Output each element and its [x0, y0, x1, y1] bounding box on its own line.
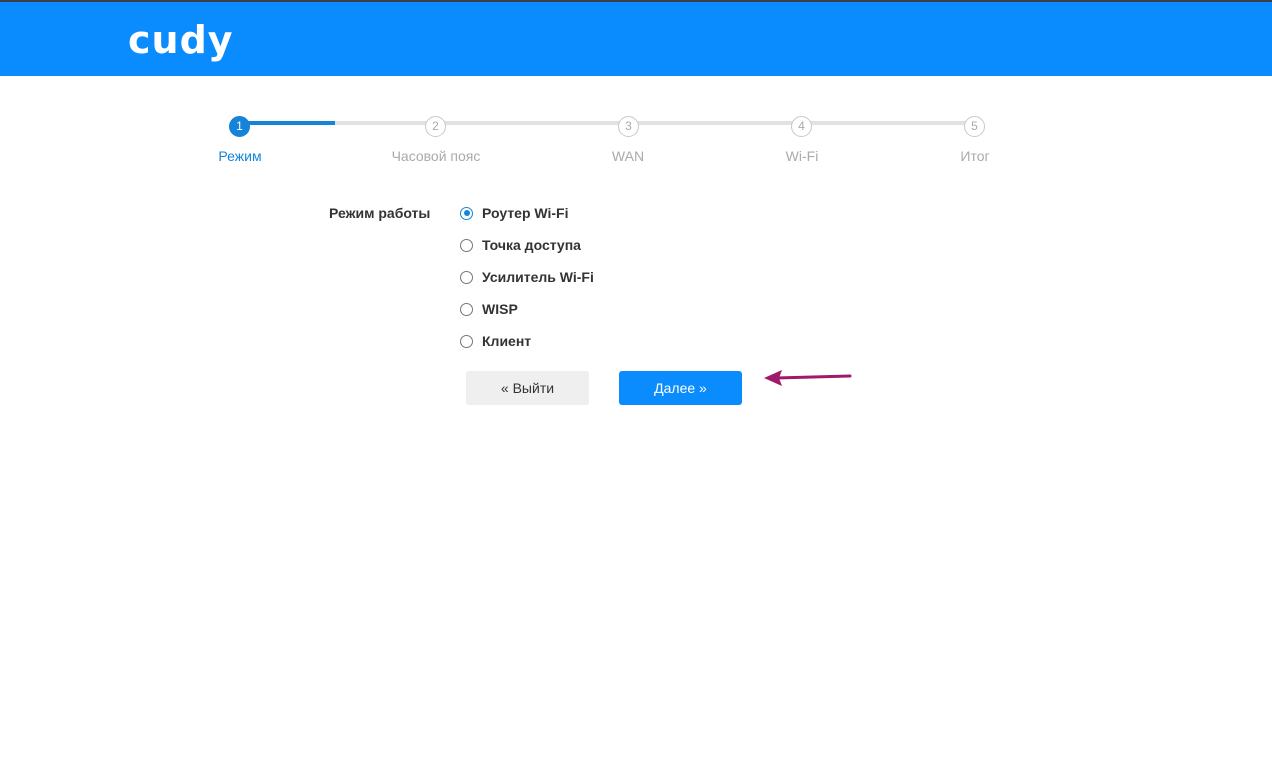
wisp-radio[interactable]	[460, 302, 473, 316]
step-1-label: Режим	[218, 148, 262, 164]
exit-button[interactable]: « Выйти	[466, 371, 589, 405]
step-3-circle: 3	[618, 116, 639, 137]
step-4-label: Wi-Fi	[785, 148, 819, 164]
step-1-circle: 1	[229, 116, 250, 137]
mode-option-access-point[interactable]: Точка доступа	[460, 235, 581, 255]
step-4-circle: 4	[791, 116, 812, 137]
wifi-router-radio[interactable]	[460, 206, 473, 220]
cudy-logo[interactable]: cudy	[128, 18, 234, 62]
header-bar: cudy	[0, 2, 1272, 76]
operating-mode-label: Режим работы	[329, 205, 431, 221]
mode-option-wifi-extender[interactable]: Усилитель Wi-Fi	[460, 267, 594, 287]
client-radio[interactable]	[460, 334, 473, 348]
access-point-label: Точка доступа	[482, 237, 581, 253]
wifi-extender-radio[interactable]	[460, 270, 473, 284]
mode-option-client[interactable]: Клиент	[460, 331, 531, 351]
access-point-radio[interactable]	[460, 238, 473, 252]
step-3-label: WAN	[611, 148, 645, 164]
mode-option-wisp[interactable]: WISP	[460, 299, 518, 319]
step-5-label: Итог	[960, 148, 990, 164]
step-2-circle: 2	[425, 116, 446, 137]
step-2-label: Часовой пояс	[391, 148, 481, 164]
mode-option-wifi-router[interactable]: Роутер Wi-Fi	[460, 203, 568, 223]
step-5-circle: 5	[964, 116, 985, 137]
wifi-router-label: Роутер Wi-Fi	[482, 205, 569, 221]
annotation-arrow-icon	[764, 370, 852, 386]
client-label: Клиент	[482, 333, 532, 349]
stepper-progress-active	[248, 121, 335, 125]
next-button[interactable]: Далее »	[619, 371, 742, 405]
wisp-label: WISP	[482, 301, 518, 317]
wifi-extender-label: Усилитель Wi-Fi	[482, 269, 594, 285]
